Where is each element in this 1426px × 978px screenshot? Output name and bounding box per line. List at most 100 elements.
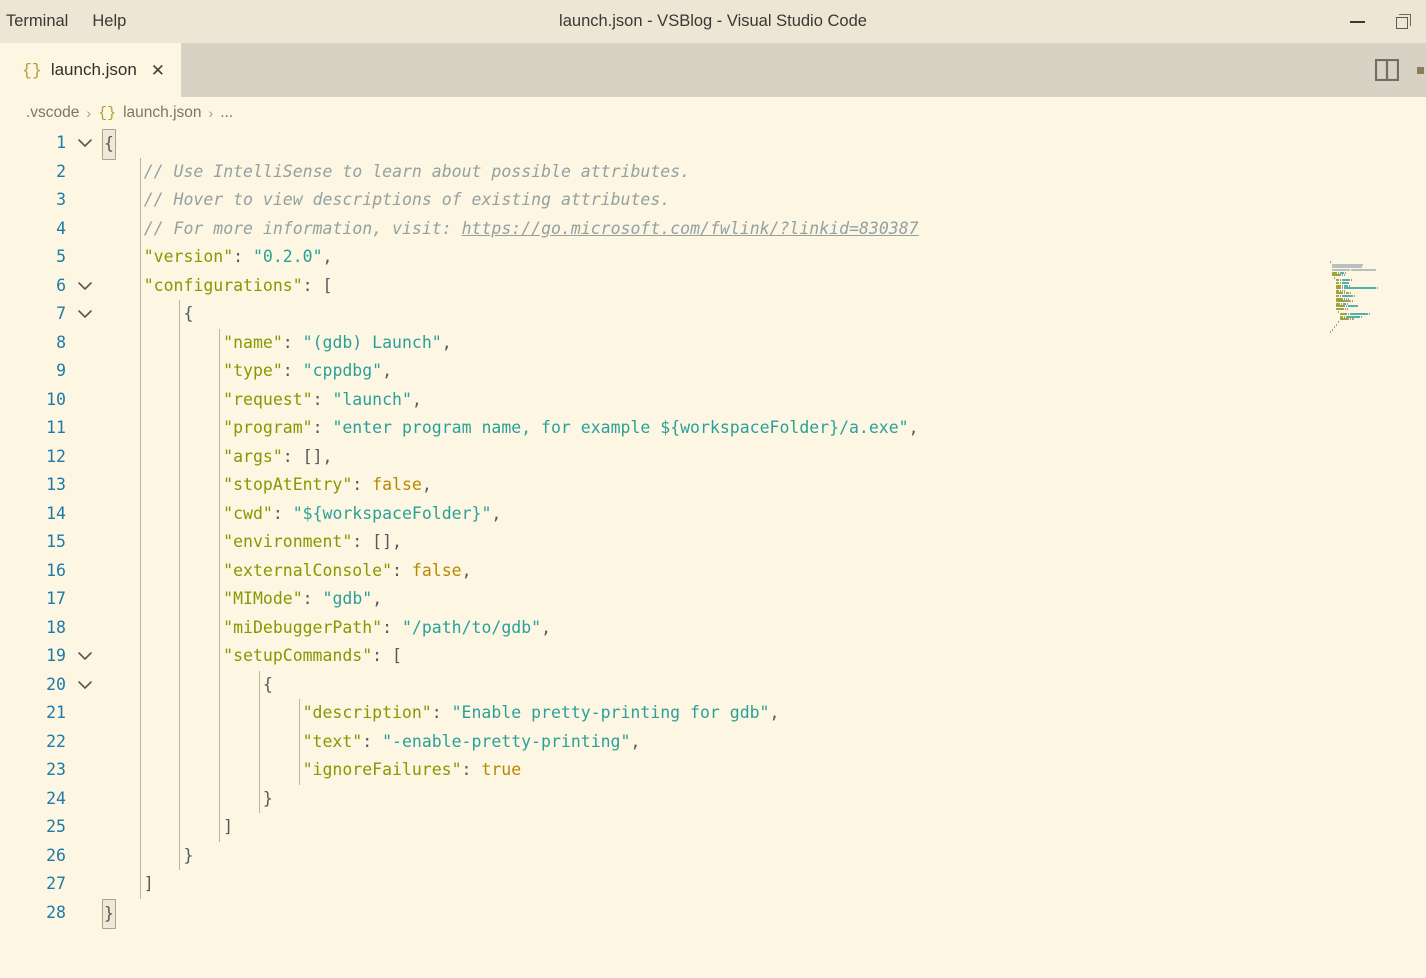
line-number: 15 — [0, 528, 66, 557]
window-controls — [1334, 0, 1426, 43]
code-text: ] — [104, 870, 154, 899]
token-punc: : — [313, 390, 333, 409]
minimap-token — [1330, 331, 1331, 333]
token-punc: : — [283, 333, 303, 352]
token-punc: : — [352, 532, 372, 551]
token-punc: : — [233, 247, 253, 266]
code-text: "MIMode": "gdb", — [104, 585, 382, 614]
token-punc: : — [273, 504, 293, 523]
token-str: "enter program name, for example ${works… — [332, 418, 908, 437]
token-punc: , — [909, 418, 919, 437]
breadcrumb: .vscode › {} launch.json › ... — [0, 97, 1426, 129]
code-text: { — [104, 671, 273, 700]
bracket-match-highlight: { — [102, 129, 116, 160]
token-punc: : — [283, 447, 303, 466]
restore-button[interactable] — [1380, 0, 1426, 43]
line-number: 21 — [0, 699, 66, 728]
line-number: 14 — [0, 500, 66, 529]
line-number: 7 — [0, 300, 66, 329]
tab-bar-actions — [1375, 43, 1426, 97]
breadcrumb-item-launch-json[interactable]: launch.json — [123, 104, 201, 122]
token-key: "externalConsole" — [223, 561, 392, 580]
bracket-match-highlight: } — [102, 899, 116, 930]
fold-chevron-down-icon[interactable] — [76, 129, 94, 158]
token-punc: : — [462, 760, 482, 779]
line-number: 24 — [0, 785, 66, 814]
editor-tab-bar: {} launch.json ✕ — [0, 43, 1426, 97]
line-number: 8 — [0, 329, 66, 358]
code-text: "type": "cppdbg", — [104, 357, 392, 386]
line-number: 4 — [0, 215, 66, 244]
fold-chevron-down-icon[interactable] — [76, 272, 94, 301]
tab-list: {} launch.json ✕ — [0, 43, 181, 97]
token-brace: { — [263, 675, 273, 694]
token-str: "(gdb) Launch" — [303, 333, 442, 352]
token-brace: { — [183, 304, 193, 323]
split-editor-icon[interactable] — [1375, 59, 1399, 81]
code-text: "ignoreFailures": true — [104, 756, 521, 785]
line-number: 5 — [0, 243, 66, 272]
line-number: 18 — [0, 614, 66, 643]
token-key: "stopAtEntry" — [223, 475, 352, 494]
window-title: launch.json - VSBlog - Visual Studio Cod… — [0, 12, 1426, 31]
fold-chevron-down-icon[interactable] — [76, 642, 94, 671]
overflow-indicator[interactable] — [1417, 67, 1424, 74]
line-number: 13 — [0, 471, 66, 500]
token-com: // Use IntelliSense to learn about possi… — [144, 162, 690, 181]
token-key: "miDebuggerPath" — [223, 618, 382, 637]
token-punc: , — [382, 361, 392, 380]
code-text: "args": [], — [104, 443, 332, 472]
token-key: "environment" — [223, 532, 352, 551]
code-text: "description": "Enable pretty-printing f… — [104, 699, 779, 728]
code-text: { — [104, 300, 193, 329]
token-punc: : — [303, 276, 323, 295]
code-text: "externalConsole": false, — [104, 557, 472, 586]
code-text: { — [104, 129, 114, 160]
code-text: // Hover to view descriptions of existin… — [104, 186, 670, 215]
code-text: } — [104, 785, 273, 814]
code-text: "version": "0.2.0", — [104, 243, 332, 272]
minimap-line — [1330, 331, 1418, 334]
token-punc: : — [432, 703, 452, 722]
token-key: "configurations" — [144, 276, 303, 295]
token-link[interactable]: https://go.microsoft.com/fwlink/?linkid=… — [462, 219, 919, 238]
json-file-icon: {} — [22, 61, 42, 80]
menu-bar: Terminal Help — [0, 0, 138, 43]
fold-chevron-down-icon[interactable] — [76, 671, 94, 700]
code-text: "environment": [], — [104, 528, 402, 557]
breadcrumb-item-vscode[interactable]: .vscode — [26, 104, 79, 122]
fold-chevron-down-icon[interactable] — [76, 300, 94, 329]
token-punc: , — [323, 447, 333, 466]
editor-minimap[interactable] — [1330, 261, 1418, 337]
code-editor[interactable]: 1{2// Use IntelliSense to learn about po… — [0, 129, 1426, 978]
code-text: "stopAtEntry": false, — [104, 471, 432, 500]
token-punc: : — [303, 589, 323, 608]
token-str: "${workspaceFolder}" — [293, 504, 492, 523]
line-number: 17 — [0, 585, 66, 614]
line-number: 19 — [0, 642, 66, 671]
token-key: "request" — [223, 390, 312, 409]
line-number: 16 — [0, 557, 66, 586]
token-brace: ] — [223, 817, 233, 836]
token-bool: false — [412, 561, 462, 580]
token-str: "-enable-pretty-printing" — [382, 732, 630, 751]
line-number: 3 — [0, 186, 66, 215]
token-brace: } — [263, 789, 273, 808]
code-text: } — [104, 899, 114, 930]
token-punc: : — [382, 618, 402, 637]
close-icon[interactable]: ✕ — [149, 62, 167, 79]
token-key: "version" — [144, 247, 233, 266]
tab-launch-json[interactable]: {} launch.json ✕ — [0, 43, 181, 97]
line-number: 28 — [0, 899, 66, 928]
menu-item-help[interactable]: Help — [80, 9, 138, 34]
minimize-icon — [1350, 21, 1365, 23]
token-key: "description" — [303, 703, 432, 722]
line-number: 23 — [0, 756, 66, 785]
menu-item-terminal[interactable]: Terminal — [0, 9, 80, 34]
token-punc: : — [313, 418, 333, 437]
token-key: "setupCommands" — [223, 646, 372, 665]
title-bar: Terminal Help launch.json - VSBlog - Vis… — [0, 0, 1426, 43]
breadcrumb-item-more[interactable]: ... — [220, 104, 233, 122]
minimize-button[interactable] — [1334, 0, 1380, 43]
breadcrumb-separator-1: › — [86, 105, 91, 121]
